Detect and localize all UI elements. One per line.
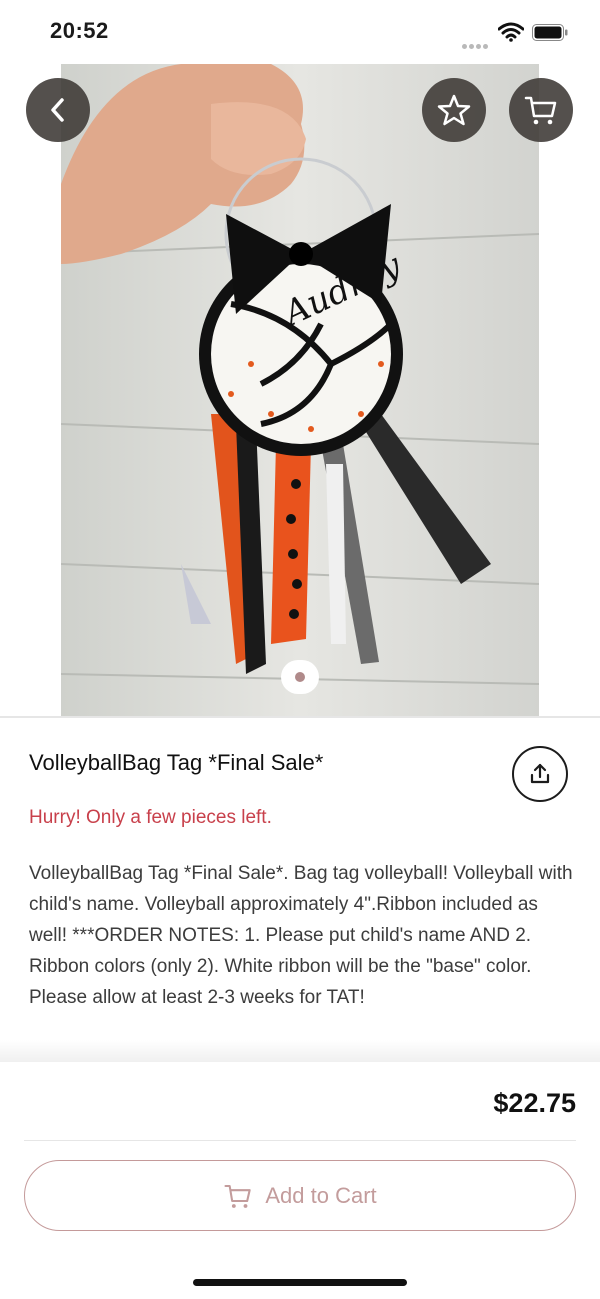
battery-icon (532, 24, 568, 41)
share-button[interactable] (512, 746, 568, 802)
favorite-button[interactable] (422, 78, 486, 142)
product-title: VolleyballBag Tag *Final Sale* (29, 750, 324, 775)
signal-dots-icon (462, 36, 490, 54)
stock-note: Hurry! Only a few pieces left. (29, 807, 272, 828)
home-indicator[interactable] (193, 1279, 407, 1286)
cart-icon (224, 1184, 252, 1208)
add-to-cart-button[interactable]: Add to Cart (24, 1160, 576, 1231)
panel-divider (24, 1140, 576, 1141)
carousel-indicator[interactable] (281, 660, 319, 694)
back-chevron-icon (51, 98, 64, 122)
product-description: VolleyballBag Tag *Final Sale*. Bag tag … (29, 863, 573, 1008)
product-price: $22.75 (493, 1088, 576, 1118)
share-icon (530, 763, 550, 784)
add-to-cart-label: Add to Cart (265, 1182, 377, 1208)
cart-icon (524, 96, 557, 125)
carousel-dot-active (295, 672, 305, 682)
bottom-panel-shadow (0, 1040, 600, 1064)
image-divider (0, 716, 600, 718)
status-time: 20:52 (50, 18, 109, 43)
cart-button[interactable] (509, 78, 573, 142)
product-photo-illustration: Audrey (61, 64, 539, 716)
star-icon (437, 94, 471, 126)
back-button[interactable] (26, 78, 90, 142)
product-image[interactable]: Audrey (61, 64, 539, 716)
wifi-icon (498, 22, 524, 42)
status-bar: 20:52 (0, 0, 600, 64)
